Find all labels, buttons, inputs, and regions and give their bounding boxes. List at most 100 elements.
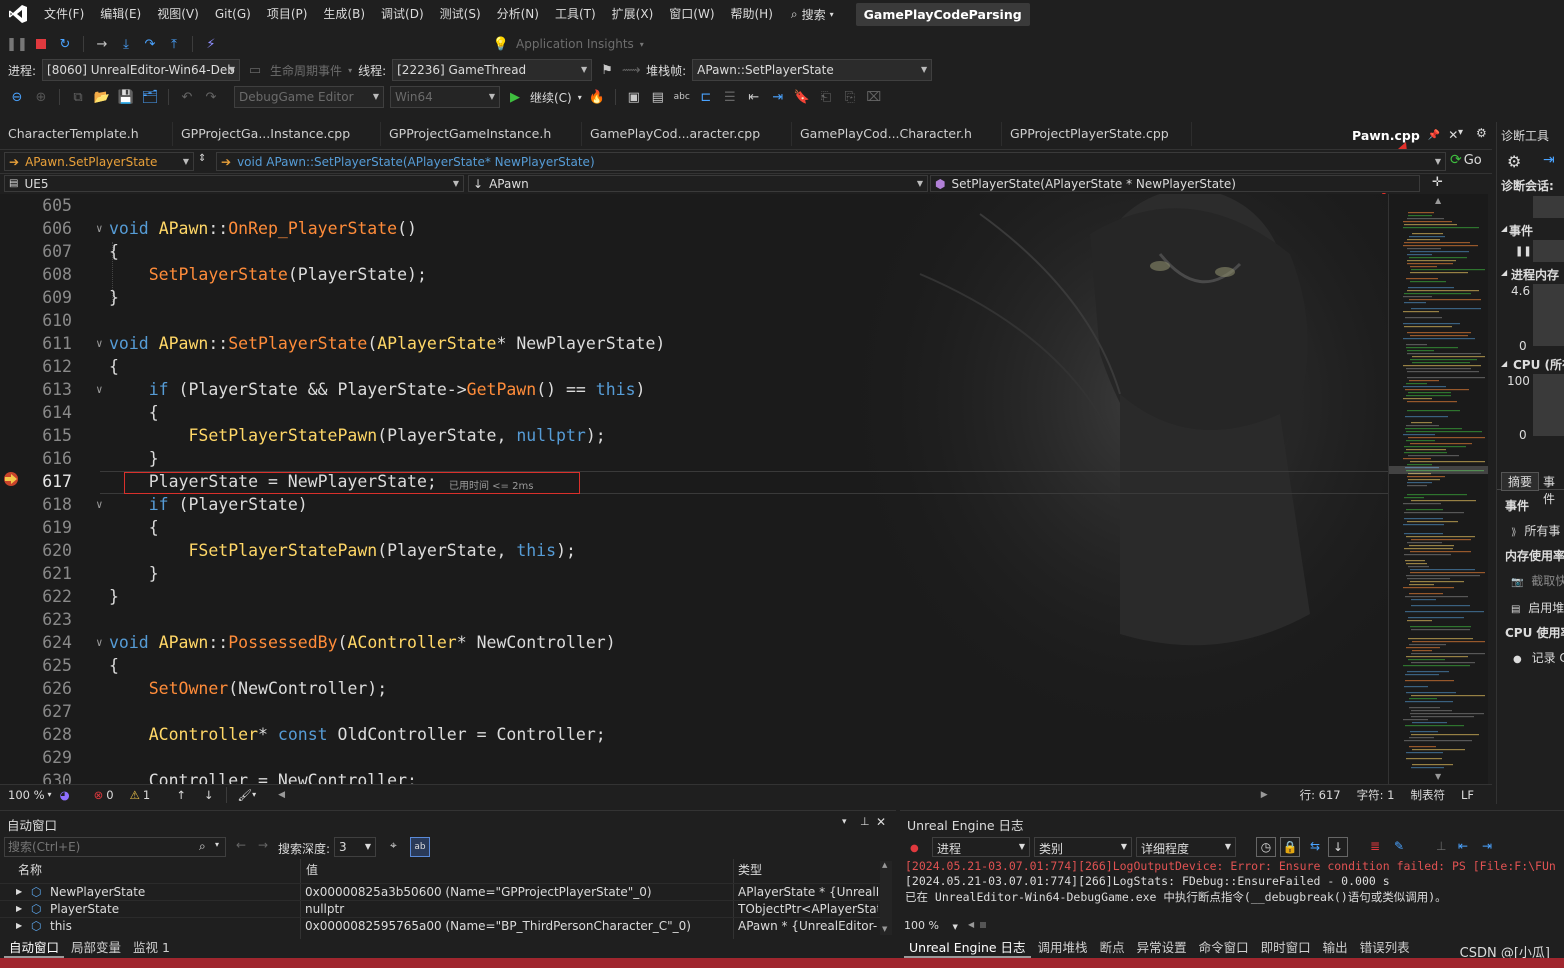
window-dropdown-icon[interactable]: ▾	[842, 817, 847, 827]
pause-icon[interactable]: ❚❚	[6, 35, 28, 53]
search-box[interactable]: ⌕ ▾	[4, 837, 226, 857]
document-tab[interactable]: GPProjectGa...Instance.cpp	[173, 122, 381, 146]
new-project-icon[interactable]: ⧉	[69, 88, 87, 106]
class-combo[interactable]: ↓ APawn ▼	[468, 175, 928, 192]
code-line[interactable]: 629	[0, 746, 1388, 769]
search-menu[interactable]: ⌕ 搜索 ▾	[781, 6, 844, 23]
menu-item-4[interactable]: 项目(P)	[259, 0, 316, 28]
collapse-icon[interactable]: ◢	[1501, 359, 1507, 368]
code-line[interactable]: 609}	[0, 286, 1388, 309]
fold-toggle-icon[interactable]: ∨	[96, 493, 103, 516]
hot-reload-fire-icon[interactable]: 🔥	[588, 88, 606, 106]
menu-item-11[interactable]: 窗口(W)	[661, 0, 722, 28]
outdent-icon[interactable]: ⇤	[745, 88, 763, 106]
code-line[interactable]: 619 {	[0, 516, 1388, 539]
variable-value[interactable]: nullptr	[305, 902, 733, 916]
tab-events[interactable]: 事件	[1543, 473, 1564, 507]
code-line[interactable]: 615 FSetPlayerStatePawn(PlayerState, nul…	[0, 424, 1388, 447]
scroll-left-icon[interactable]: ◀	[278, 790, 285, 800]
code-line[interactable]: 630 Controller = NewController;	[0, 769, 1388, 784]
expand-row-icon[interactable]: ▶	[16, 921, 22, 930]
bottom-tab[interactable]: 错误列表	[1355, 937, 1415, 958]
project-combo[interactable]: ▤ UE5 ▼	[4, 175, 464, 192]
log-zoom-combo[interactable]: 100 % ▼	[904, 919, 962, 933]
code-line[interactable]: 613 ∨ if (PlayerState && PlayerState->Get…	[0, 378, 1388, 401]
wrap-icon[interactable]: ⇆	[1310, 839, 1320, 853]
bottom-tab[interactable]: 断点	[1095, 937, 1130, 958]
pin-value-icon[interactable]: ⌖	[390, 838, 397, 853]
expand-row-icon[interactable]: ▶	[16, 904, 22, 913]
code-line[interactable]: 605	[0, 194, 1388, 217]
menu-item-2[interactable]: 视图(V)	[149, 0, 207, 28]
scroll-right-icon[interactable]: ▶	[1261, 790, 1268, 800]
comment-icon[interactable]: ☰	[721, 88, 739, 106]
code-line[interactable]: 625 {	[0, 654, 1388, 677]
scroll-up-icon[interactable]: ▲	[882, 861, 887, 869]
thread-filter-icon[interactable]: ⟿	[622, 61, 641, 79]
select-tools-icon[interactable]: ⇥	[1543, 152, 1555, 168]
indent-icon[interactable]: ⇥	[769, 88, 787, 106]
member-combo[interactable]: ➔ APawn.SetPlayerState ▼	[4, 152, 194, 171]
menu-item-12[interactable]: 帮助(H)	[723, 0, 781, 28]
navigate-back-icon[interactable]: ⊖	[8, 88, 26, 106]
menu-item-1[interactable]: 编辑(E)	[92, 0, 149, 28]
code-line[interactable]: 607 {	[0, 240, 1388, 263]
step-over-icon[interactable]: ↷	[141, 35, 159, 53]
clear-bookmarks-icon[interactable]: ⌧	[865, 88, 883, 106]
variable-value[interactable]: 0x00000825a3b50600 (Name="GPProjectPlaye…	[305, 885, 733, 899]
copilot-icon[interactable]: ◕	[60, 788, 70, 802]
minimap-scrollbar[interactable]: ▲ ▼	[1388, 194, 1488, 784]
scroll-down-icon[interactable]: ▼	[1435, 772, 1441, 781]
bottom-tab[interactable]: 命令窗口	[1194, 937, 1254, 958]
all-events-link[interactable]: ⟫ 所有事	[1511, 522, 1560, 539]
table-row[interactable]: ▶ ⬡ PlayerState nullptr TObjectPtr<APlayerSt…	[0, 900, 880, 917]
code-editor[interactable]: 605 606 ∨ void APawn::OnRep_PlayerState() 60…	[0, 194, 1388, 784]
document-tab[interactable]: GamePlayCod...aracter.cpp	[582, 122, 792, 146]
scroll-left-icon[interactable]: ◀	[968, 920, 974, 929]
bottom-tab[interactable]: 监视 1	[128, 937, 175, 958]
menu-item-6[interactable]: 调试(D)	[373, 0, 432, 28]
continue-button[interactable]: 继续(C)	[530, 89, 572, 106]
back-arrow-icon[interactable]: ←	[236, 838, 246, 852]
enable-heap-button[interactable]: ▤ 启用堆	[1511, 599, 1564, 616]
browser-link-icon[interactable]: ▣	[625, 88, 643, 106]
menu-item-10[interactable]: 扩展(X)	[604, 0, 662, 28]
thread-combo[interactable]: [22236] GameThread ▼	[392, 59, 593, 81]
filter-edit-icon[interactable]: ✎	[1394, 839, 1404, 853]
events-section[interactable]: 事件	[1509, 222, 1533, 239]
fold-toggle-icon[interactable]: ∨	[96, 631, 103, 654]
go-button[interactable]: ⟳ Go	[1450, 152, 1482, 168]
menu-item-7[interactable]: 测试(S)	[432, 0, 489, 28]
platform-combo[interactable]: Win64 ▼	[390, 86, 500, 108]
undo-icon[interactable]: ↶	[178, 88, 196, 106]
search-icon[interactable]: ⌕	[199, 839, 206, 854]
previous-issue-icon[interactable]: ↑	[176, 788, 186, 802]
record-cpu-button[interactable]: ● 记录 C	[1513, 649, 1564, 666]
code-line[interactable]: 608 SetPlayerState(PlayerState);	[0, 263, 1388, 286]
hex-display-icon[interactable]: ab	[410, 837, 430, 857]
align-left-icon[interactable]: ⊥	[1436, 839, 1446, 853]
bottom-tab[interactable]: 自动窗口	[4, 937, 65, 958]
continue-play-icon[interactable]: ▶	[506, 88, 524, 106]
autos-scrollbar[interactable]: ▲ ▼	[880, 861, 892, 935]
cpu-section[interactable]: CPU (所有	[1513, 356, 1564, 373]
code-line[interactable]: 623	[0, 608, 1388, 631]
open-folder-icon[interactable]: 📂	[93, 88, 111, 106]
menu-item-8[interactable]: 分析(N)	[489, 0, 547, 28]
application-insights[interactable]: Application Insights	[516, 37, 634, 51]
stackframe-combo[interactable]: APawn::SetPlayerState ▼	[692, 59, 933, 81]
close-icon[interactable]: ✕	[876, 815, 886, 829]
col-value-header[interactable]: 值	[306, 861, 318, 879]
step-out-icon[interactable]: ⤒	[165, 35, 183, 53]
pause-icon[interactable]: ❚❚	[1515, 246, 1532, 257]
settings-gear-icon[interactable]: ⚙	[1507, 152, 1521, 171]
table-row[interactable]: ▶ ⬡ this 0x0000082595765a00 (Name="BP_Third…	[0, 917, 880, 934]
code-line[interactable]: 614 {	[0, 401, 1388, 424]
close-icon[interactable]: ✕	[1448, 128, 1458, 142]
bottom-tab[interactable]: 调用堆栈	[1033, 937, 1093, 958]
code-line[interactable]: 610	[0, 309, 1388, 332]
col-name-header[interactable]: 名称	[18, 861, 42, 879]
pin-icon[interactable]: ⊥	[860, 815, 870, 828]
pin-icon[interactable]: 📌	[1428, 130, 1440, 141]
fold-toggle-icon[interactable]: ∨	[96, 332, 103, 355]
